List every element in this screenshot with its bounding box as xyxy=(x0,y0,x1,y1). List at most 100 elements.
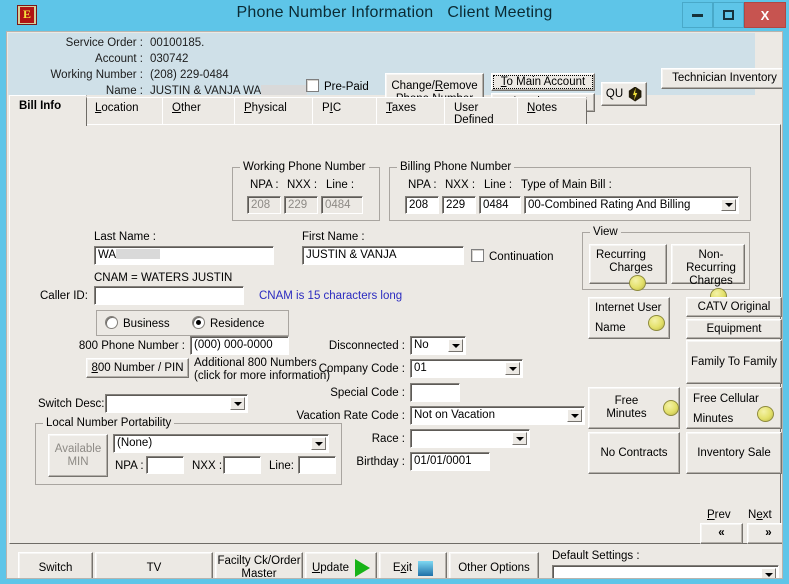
company-code-value: 01 xyxy=(414,362,427,374)
prepaid-label: Pre-Paid xyxy=(324,81,369,93)
lnp-nxx-input[interactable] xyxy=(223,456,261,474)
type-of-main-bill-select[interactable]: 00-Combined Rating And Billing xyxy=(524,196,739,214)
inventory-sale-button[interactable]: Inventory Sale xyxy=(686,432,782,474)
recurring-charges-button[interactable]: Recurring Charges xyxy=(589,244,667,291)
working-nxx-label: NXX : xyxy=(287,179,318,191)
non-recurring-charges-button[interactable]: Non-Recurring Charges xyxy=(671,244,745,304)
tab-bill-info[interactable]: Bill Info xyxy=(9,95,87,126)
working-npa-label: NPA : xyxy=(250,179,279,191)
radio-residence[interactable]: Residence xyxy=(192,316,264,330)
close-button[interactable]: X xyxy=(744,2,786,28)
free-cellular-line2: Minutes xyxy=(693,406,775,426)
tab-location[interactable]: Location xyxy=(85,97,164,127)
billing-nxx-input[interactable]: 229 xyxy=(442,196,476,214)
view-group: View Recurring Charges Non-Recurring Cha… xyxy=(582,226,750,304)
working-phone-number-group: Working Phone Number NPA : NXX : Line : … xyxy=(232,161,380,221)
radio-icon-selected xyxy=(192,316,205,329)
title-bar: E Phone Number Information Client Meeting… xyxy=(0,0,789,31)
catv-original-button[interactable]: CATV Original xyxy=(686,297,782,317)
first-name-input[interactable]: JUSTIN & VANJA xyxy=(302,246,464,265)
no-contracts-button[interactable]: No Contracts xyxy=(588,432,680,474)
billing-npa-input[interactable]: 208 xyxy=(405,196,439,214)
race-select[interactable] xyxy=(410,429,530,448)
eight-hundred-number-pin-button[interactable]: 800 Number / PIN xyxy=(86,358,189,378)
technician-inventory-button[interactable]: Technician Inventory xyxy=(661,68,782,89)
radio-icon xyxy=(105,316,118,329)
application-window: E Phone Number Information Client Meeting… xyxy=(0,0,789,584)
special-code-label: Special Code : xyxy=(330,387,405,399)
window-title-main: Phone Number Information xyxy=(236,4,434,21)
status-lamp-icon xyxy=(647,315,665,331)
free-minutes-button[interactable]: Free Minutes xyxy=(588,387,680,429)
prev-button[interactable]: « xyxy=(700,523,743,544)
chevron-down-icon[interactable] xyxy=(512,432,527,445)
switch-desc-select[interactable] xyxy=(105,394,248,413)
tab-pic[interactable]: PIC xyxy=(312,97,378,127)
available-min-button[interactable]: Available MIN xyxy=(48,434,108,477)
recurring-charges-line1: Recurring xyxy=(596,249,646,261)
last-name-input[interactable]: WA xyxy=(94,246,274,265)
lnp-npa-input[interactable] xyxy=(146,456,184,474)
default-settings-label: Default Settings : xyxy=(552,550,640,562)
service-order-value: 00100185. xyxy=(150,37,205,49)
special-code-input[interactable] xyxy=(410,383,460,402)
facility-ck-order-master-button[interactable]: Facilty Ck/Order Master xyxy=(215,552,303,579)
cnam-line: CNAM = WATERS JUSTIN xyxy=(94,272,233,284)
default-settings-select[interactable] xyxy=(552,565,779,578)
continuation-checkbox[interactable]: Continuation xyxy=(471,249,554,263)
last-name-redaction xyxy=(116,249,161,259)
tab-user-defined[interactable]: User Defined xyxy=(444,97,519,127)
equipment-button[interactable]: Equipment xyxy=(686,319,782,339)
next-button[interactable]: » xyxy=(747,523,782,544)
to-main-account-button[interactable]: To Main Account xyxy=(491,73,595,91)
minimize-button[interactable] xyxy=(682,2,713,28)
bill-info-panel: Working Phone Number NPA : NXX : Line : … xyxy=(9,124,782,544)
billing-line-label: Line : xyxy=(484,179,513,191)
family-to-family-button[interactable]: Family To Family xyxy=(686,340,782,384)
radio-business[interactable]: Business xyxy=(105,316,170,330)
company-code-select[interactable]: 01 xyxy=(410,359,523,378)
lnp-select-value: (None) xyxy=(117,437,153,449)
bottom-toolbar: Switch TV Facilty Ck/Order Master Update… xyxy=(9,548,781,579)
chevron-down-icon[interactable] xyxy=(505,362,520,375)
exit-door-icon xyxy=(418,560,434,576)
lnp-caption: Local Number Portability xyxy=(43,417,175,429)
facility-line2: Master xyxy=(241,568,277,579)
chevron-down-icon[interactable] xyxy=(230,397,245,410)
birthday-input[interactable]: 01/01/0001 xyxy=(410,452,490,471)
vacation-rate-code-select[interactable]: Not on Vacation xyxy=(410,406,585,425)
internet-user-name-button[interactable]: Internet User Name xyxy=(588,297,670,339)
eight-hundred-button-label: 800 Number / PIN xyxy=(91,361,184,374)
chevron-down-icon[interactable] xyxy=(448,339,463,352)
prev-label: Prev xyxy=(707,509,731,521)
chevron-down-icon[interactable] xyxy=(761,568,776,578)
prepaid-checkbox[interactable]: Pre-Paid xyxy=(306,79,369,93)
disconnected-select[interactable]: No xyxy=(410,336,466,355)
free-cellular-minutes-button[interactable]: Free Cellular Minutes xyxy=(686,387,782,429)
update-button[interactable]: Update xyxy=(305,552,377,578)
caller-id-input[interactable] xyxy=(94,286,244,305)
working-phone-number-caption: Working Phone Number xyxy=(240,161,369,173)
client-area: Service Order : 00100185. Account : 0307… xyxy=(6,31,783,579)
other-options-button[interactable]: Other Options xyxy=(449,552,539,578)
disconnected-value: No xyxy=(414,339,429,351)
tv-button[interactable]: TV xyxy=(95,552,213,578)
chevron-down-icon[interactable] xyxy=(567,409,582,422)
maximize-button[interactable] xyxy=(713,2,744,28)
working-nxx-input: 229 xyxy=(284,196,318,214)
working-number-label: Working Number : xyxy=(50,69,143,81)
caller-id-label: Caller ID: xyxy=(40,290,88,302)
working-line-label: Line : xyxy=(326,179,355,191)
billing-phone-number-caption: Billing Phone Number xyxy=(397,161,515,173)
name-redaction xyxy=(261,85,308,95)
tab-other[interactable]: Other xyxy=(162,97,236,127)
billing-phone-number-group: Billing Phone Number NPA : NXX : Line : … xyxy=(389,161,751,221)
switch-button[interactable]: Switch xyxy=(18,552,93,578)
lnp-nxx-label: NXX : xyxy=(192,460,223,472)
tab-physical[interactable]: Physical xyxy=(234,97,314,127)
chevron-down-icon[interactable] xyxy=(721,199,736,211)
billing-line-input[interactable]: 0484 xyxy=(479,196,521,214)
exit-button[interactable]: Exit xyxy=(379,552,447,578)
tab-notes[interactable]: Notes xyxy=(517,97,587,127)
tab-taxes[interactable]: Taxes xyxy=(376,97,446,127)
